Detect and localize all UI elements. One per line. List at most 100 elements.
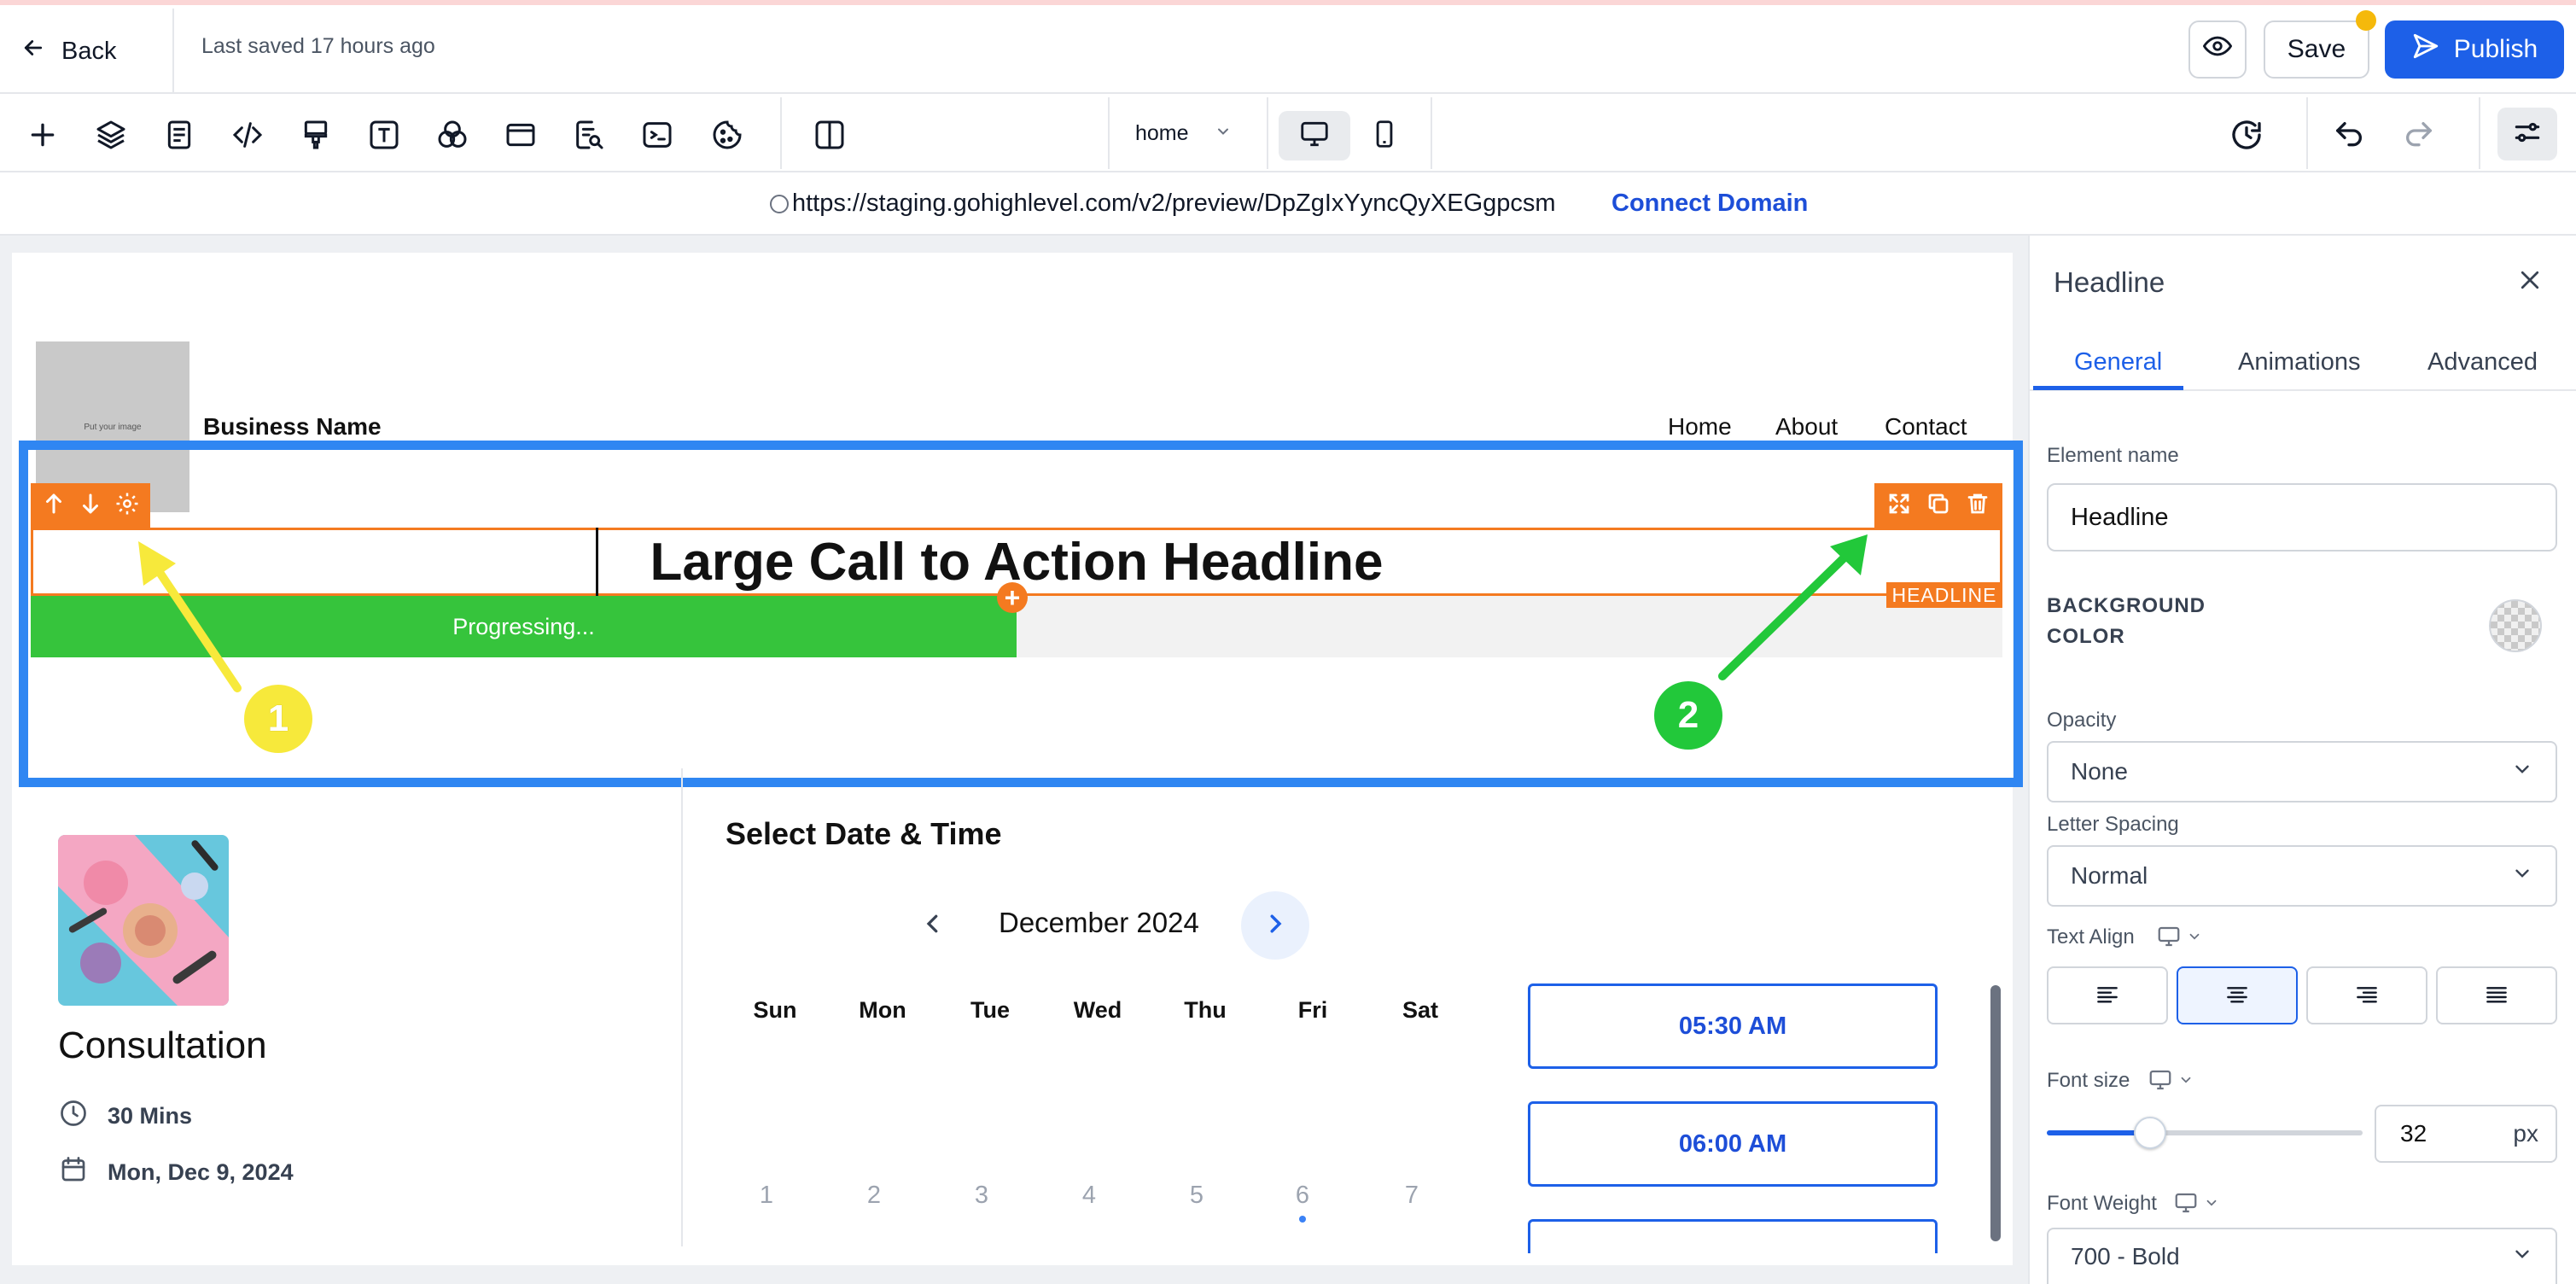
code-icon[interactable] [229,116,266,154]
time-slots-scrollbar[interactable] [1990,985,2001,1241]
settings-sliders-button[interactable] [2497,108,2557,160]
font-size-input[interactable]: 32 px [2375,1105,2557,1163]
text-align-label: Text Align [2047,925,2135,948]
letter-spacing-select[interactable]: Normal [2047,845,2557,907]
redo-icon[interactable] [2400,116,2438,154]
align-justify-button[interactable] [2436,966,2557,1024]
calendar-day[interactable]: 2 [831,1182,917,1210]
topbar-divider [172,9,174,92]
next-month-button[interactable] [1241,891,1309,960]
font-weight-device-select[interactable] [2173,1190,2219,1220]
annotation-badge-2: 2 [1654,681,1722,750]
align-left-button[interactable] [2047,966,2168,1024]
select-date-time-title: Select Date & Time [726,816,1002,851]
preview-button[interactable] [2188,20,2247,79]
close-icon [2517,267,2543,297]
time-slot-button[interactable]: 06:00 AM [1528,1101,1938,1187]
weekday-sat: Sat [1402,997,1439,1023]
calendar-day[interactable]: 5 [1154,1182,1239,1210]
annotation-badge-1: 1 [244,685,312,753]
notification-dot [2356,10,2376,31]
page-select[interactable]: home [1135,116,1232,150]
calendar-day[interactable]: 4 [1046,1182,1132,1210]
add-icon[interactable] [24,116,61,154]
nav-link-home[interactable]: Home [1668,413,1732,441]
previous-month-button[interactable] [918,908,947,943]
split-view-icon[interactable] [811,116,848,154]
nav-link-contact[interactable]: Contact [1885,413,1967,441]
settings-sliders-icon [2511,116,2544,153]
back-button[interactable]: Back [20,31,116,72]
background-color-label: BACKGROUND COLOR [2047,591,2206,652]
align-right-icon [2353,980,2381,1012]
opacity-value: None [2071,758,2128,785]
time-slot-button[interactable]: 05:30 AM [1528,983,1938,1069]
logo-placeholder-text: Put your image [84,422,142,432]
chevron-left-icon [920,911,946,941]
weekday-wed: Wed [1073,997,1122,1023]
opacity-select[interactable]: None [2047,741,2557,802]
font-size-label: Font size [2047,1069,2130,1092]
text-icon[interactable] [365,116,403,154]
terminal-icon[interactable] [638,116,676,154]
duration-label: 30 Mins [108,1103,193,1129]
chevron-down-icon [2511,1243,2533,1271]
chevron-down-icon [2178,1072,2194,1092]
text-align-device-select[interactable] [2156,924,2202,954]
color-palette-icon[interactable] [434,116,471,154]
page-select-value: home [1135,120,1189,145]
letter-spacing-label: Letter Spacing [2047,813,2179,836]
section-icon[interactable] [502,116,539,154]
font-weight-select[interactable]: 700 - Bold [2047,1228,2557,1284]
calendar-day[interactable]: 6 [1260,1182,1345,1210]
toolbar-divider [1108,97,1110,169]
letter-spacing-value: Normal [2071,862,2148,889]
tab-animations[interactable]: Animations [2238,348,2360,376]
cookie-icon[interactable] [708,116,746,154]
font-size-unit: px [2513,1120,2538,1147]
align-center-button[interactable] [2177,966,2298,1024]
publish-button[interactable]: Publish [2385,20,2564,79]
seo-icon[interactable] [570,116,608,154]
background-color-label-line1: BACKGROUND [2047,594,2206,617]
pages-icon[interactable] [160,116,198,154]
calendar-day[interactable]: 1 [724,1182,809,1210]
business-name[interactable]: Business Name [203,413,382,441]
history-icon[interactable] [2228,116,2265,154]
font-weight-value: 700 - Bold [2071,1243,2180,1269]
calendar-day[interactable]: 7 [1369,1182,1454,1210]
nav-link-about[interactable]: About [1775,413,1838,441]
paint-brush-icon[interactable] [297,116,335,154]
layers-icon[interactable] [92,116,130,154]
chevron-down-icon [1215,121,1232,146]
font-size-slider-handle[interactable] [2134,1117,2166,1149]
align-justify-icon [2483,980,2510,1012]
align-right-button[interactable] [2306,966,2427,1024]
save-button[interactable]: Save [2264,20,2369,79]
tab-advanced[interactable]: Advanced [2427,348,2538,376]
annotation-highlight-frame [19,441,2023,787]
mobile-view-button[interactable] [1349,111,1420,160]
tab-general[interactable]: General [2074,348,2162,376]
time-slot-button-partial[interactable] [1528,1219,1938,1253]
connect-domain-link[interactable]: Connect Domain [1611,190,1808,218]
desktop-icon [2173,1190,2199,1220]
panel-title: Headline [2054,266,2165,298]
close-panel-button[interactable] [2513,265,2547,299]
desktop-icon [2148,1067,2173,1097]
toolbar-divider [2479,97,2480,169]
preview-url[interactable]: https://staging.gohighlevel.com/v2/previ… [792,190,1556,218]
toolbar-divider [1431,97,1432,169]
font-size-device-select[interactable] [2148,1067,2194,1097]
send-icon [2411,32,2440,67]
align-left-icon [2094,980,2121,1012]
element-name-input[interactable]: Headline [2047,483,2557,552]
desktop-view-button[interactable] [1279,111,1350,160]
background-color-swatch[interactable] [2489,599,2542,652]
chevron-down-icon [2187,929,2202,948]
weekday-thu: Thu [1184,997,1227,1023]
calendar-day[interactable]: 3 [939,1182,1024,1210]
undo-icon[interactable] [2330,116,2368,154]
service-image [58,835,229,1006]
toolbar-divider [1267,97,1268,169]
